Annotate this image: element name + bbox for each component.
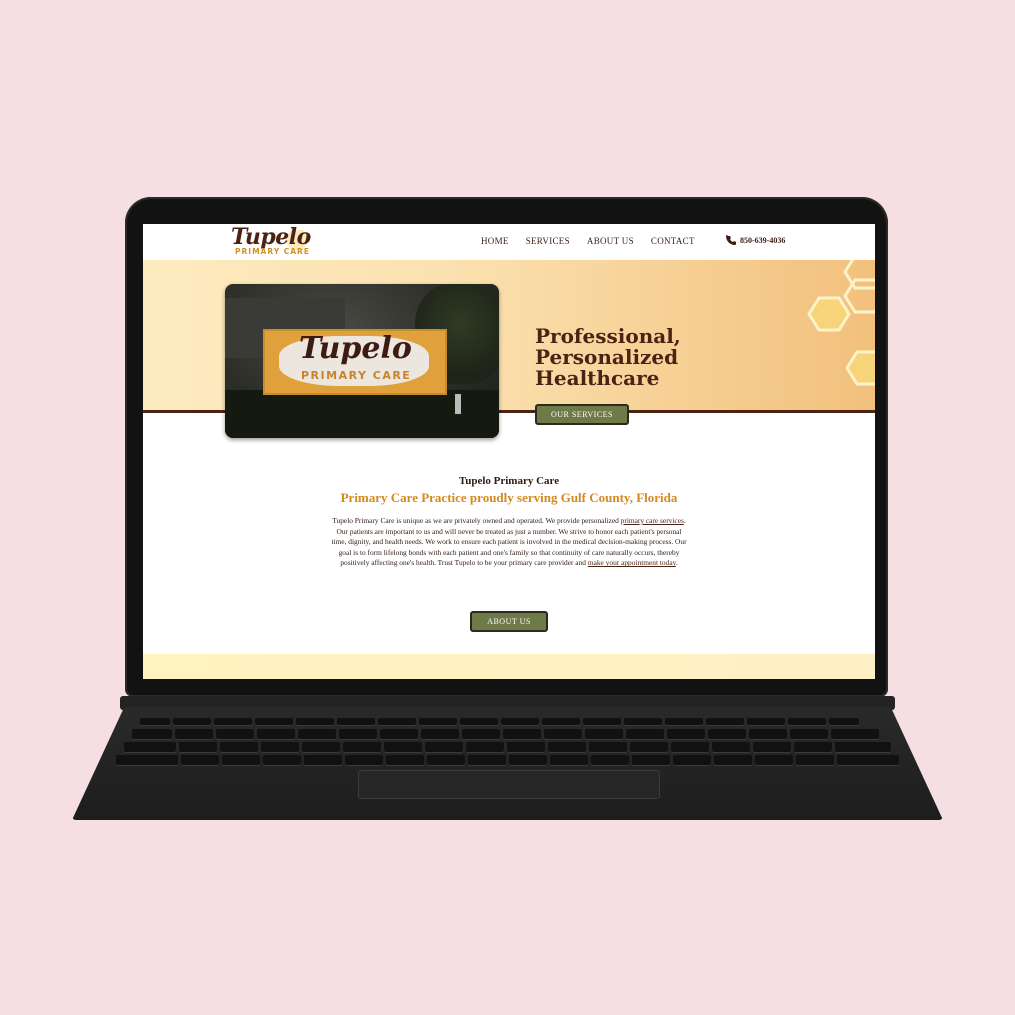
hero-title-line: Professional, [535, 324, 681, 348]
our-services-button[interactable]: OUR SERVICES [535, 404, 629, 425]
hero-title-line: Personalized [535, 345, 679, 369]
sign-script-text: Tupelo [299, 331, 412, 366]
phone-number: 850-639-4036 [740, 235, 786, 245]
photo-sign: Tupelo PRIMARY CARE [263, 329, 447, 395]
intro-text: Tupelo Primary Care is unique as we are … [332, 516, 621, 525]
hero-title-line: Healthcare [535, 366, 660, 390]
keyboard-row [140, 718, 859, 725]
browser-viewport: Tupelo PRIMARY CARE HOME SERVICES ABOUT … [143, 224, 875, 679]
make-appointment-link[interactable]: make your appointment today [588, 558, 676, 567]
phone-link[interactable]: 850-639-4036 [726, 235, 785, 245]
intro-subtitle: Primary Care Practice proudly serving Gu… [340, 490, 678, 505]
intro-title: Tupelo Primary Care [458, 475, 560, 487]
keyboard-row [124, 742, 891, 752]
keyboard-row [116, 755, 899, 765]
nav-services[interactable]: SERVICES [526, 236, 570, 246]
next-section-band [143, 654, 875, 679]
intro-paragraph: Tupelo Primary Care is unique as we are … [331, 516, 687, 569]
site-header: Tupelo PRIMARY CARE HOME SERVICES ABOUT … [143, 224, 875, 260]
honeycomb-decoration-icon [807, 260, 875, 386]
primary-care-services-link[interactable]: primary care services [621, 516, 684, 525]
sign-subtitle: PRIMARY CARE [301, 369, 412, 382]
hero-title: Professional, Personalized Healthcare [535, 326, 795, 389]
nav-home[interactable]: HOME [481, 236, 509, 246]
trackpad [358, 770, 660, 799]
nav-contact[interactable]: CONTACT [651, 236, 695, 246]
about-us-button[interactable]: ABOUT US [470, 611, 548, 632]
laptop-mockup: Tupelo PRIMARY CARE HOME SERVICES ABOUT … [0, 0, 1015, 1015]
hero-photo: Tupelo PRIMARY CARE [225, 284, 499, 438]
keyboard-row [132, 729, 879, 739]
nav-about-us[interactable]: ABOUT US [587, 236, 634, 246]
phone-icon [726, 235, 736, 245]
main-nav: HOME SERVICES ABOUT US CONTACT [481, 236, 695, 246]
site-logo[interactable]: Tupelo PRIMARY CARE [229, 224, 313, 258]
sign-post [455, 394, 461, 414]
intro-text: . [675, 558, 678, 568]
logo-subtitle: PRIMARY CARE [235, 247, 310, 256]
